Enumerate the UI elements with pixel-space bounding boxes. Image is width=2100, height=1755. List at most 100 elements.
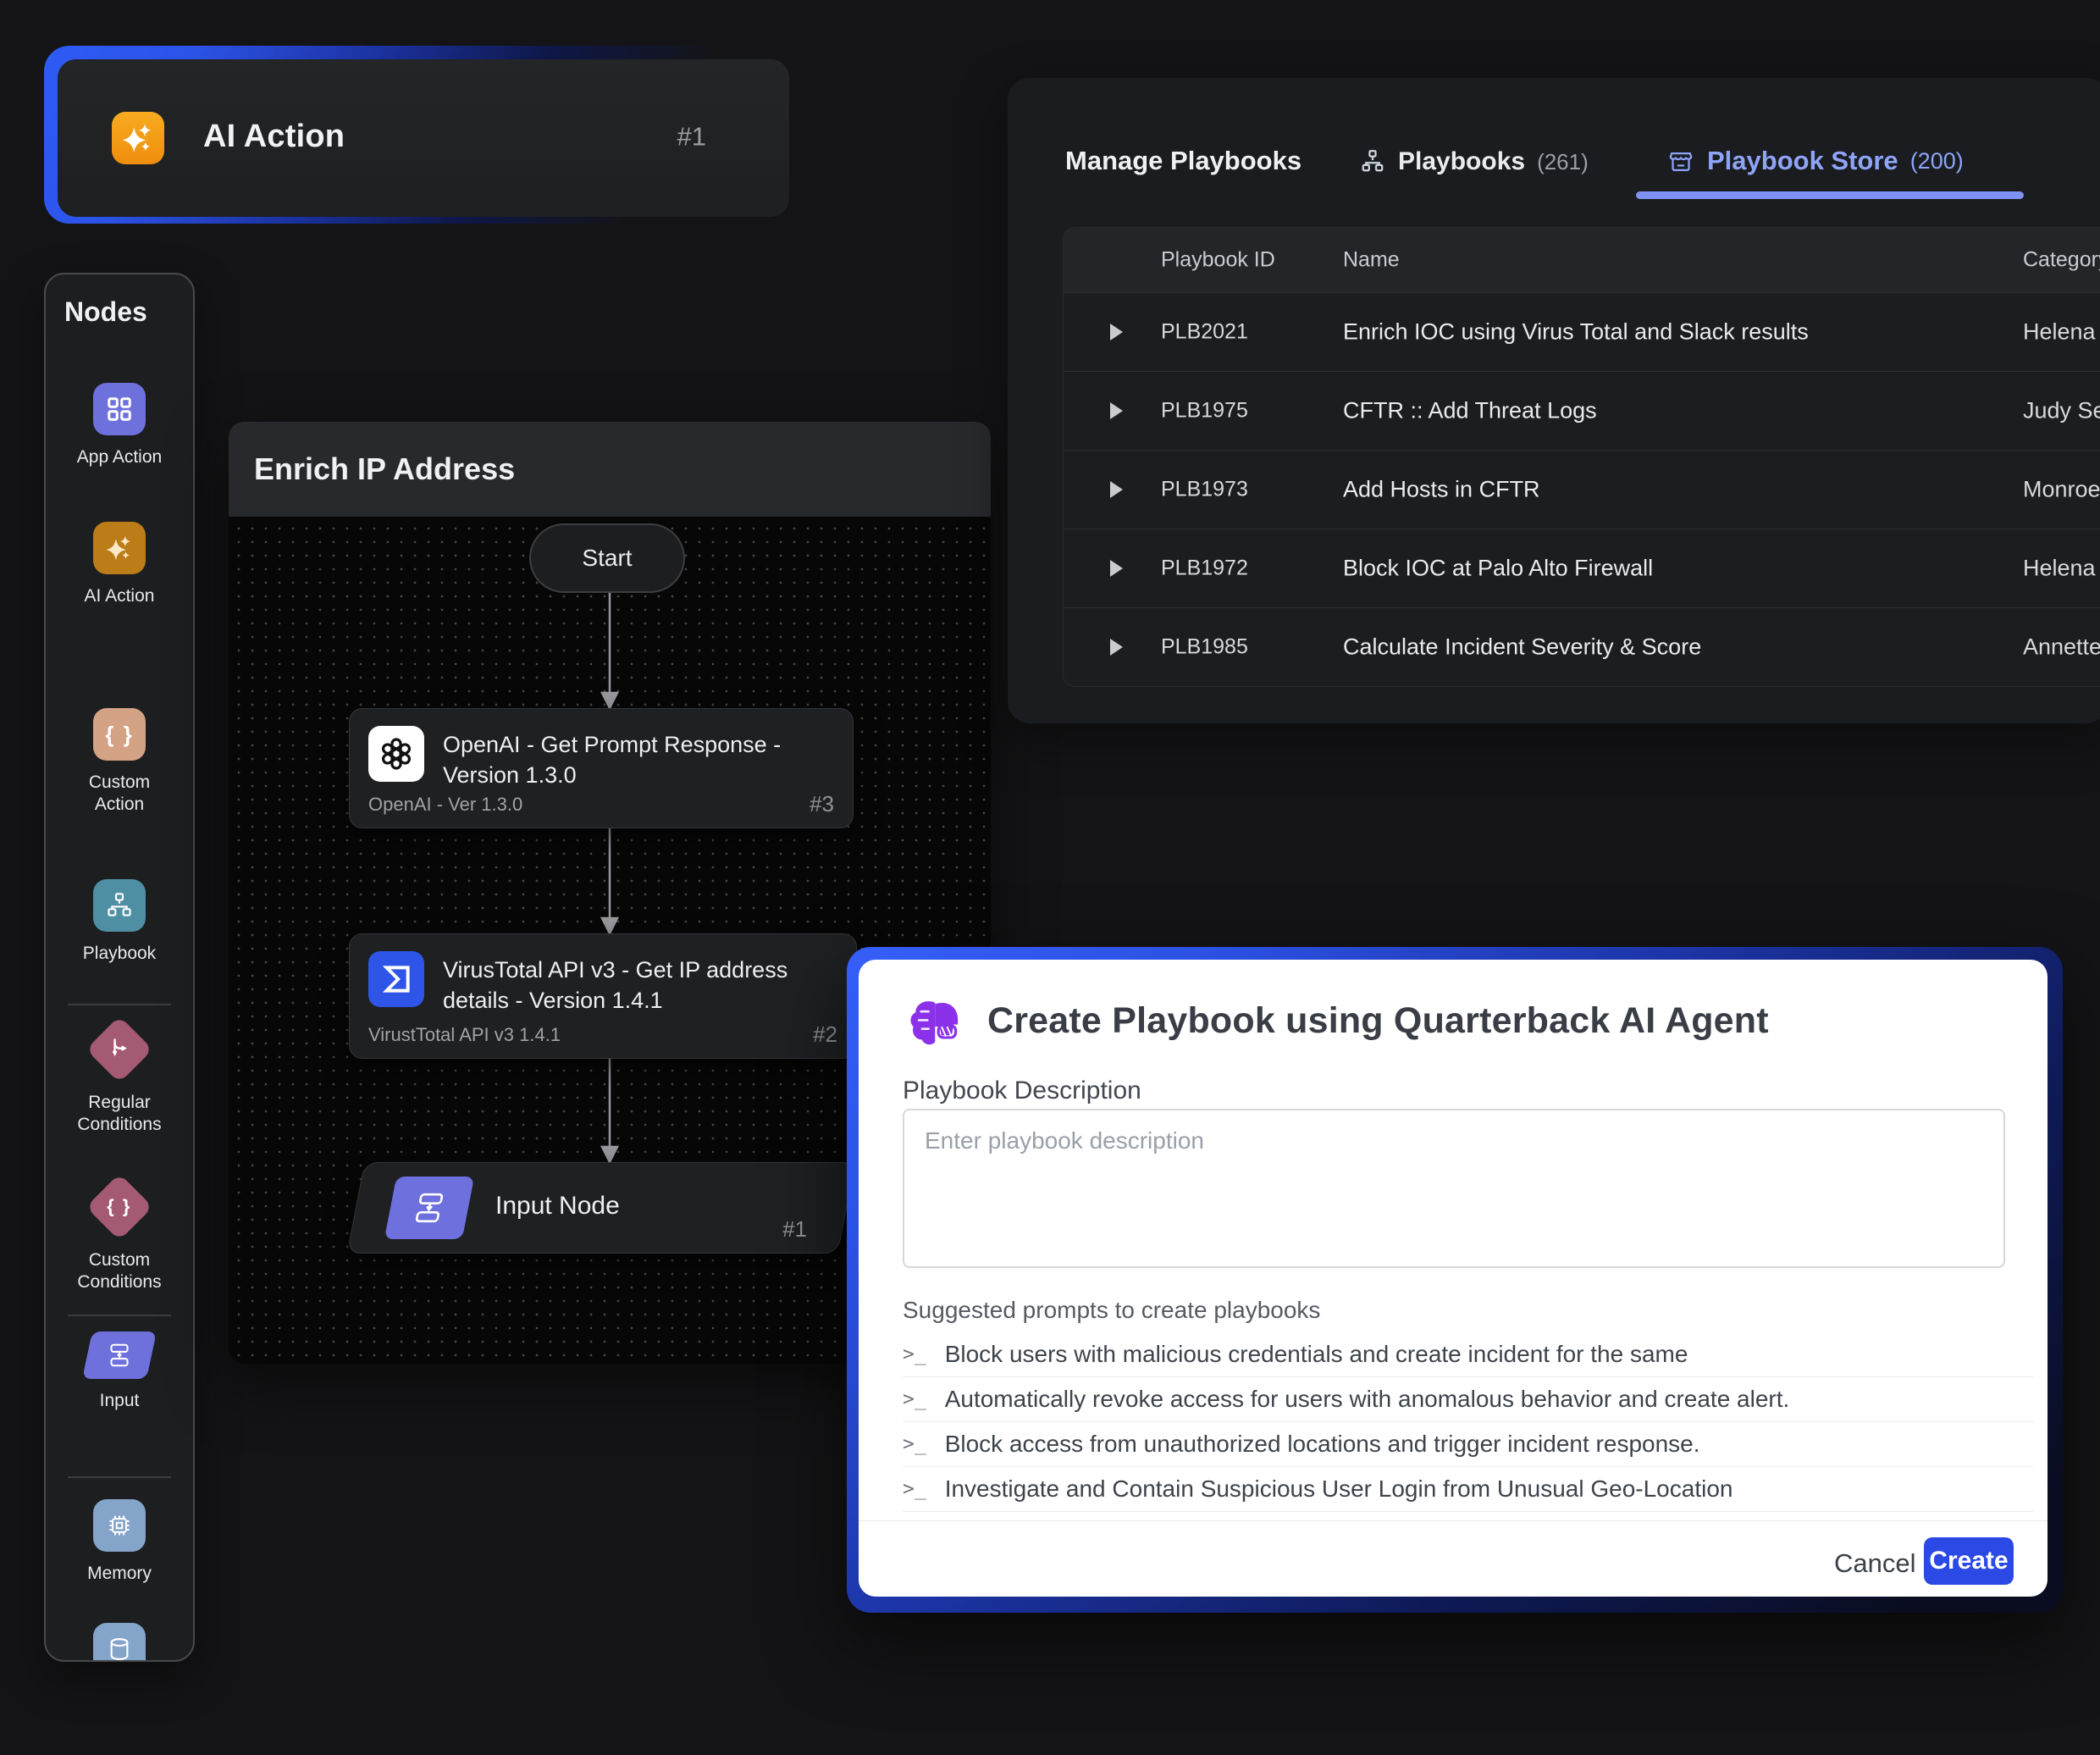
table-row[interactable]: PLB2021 Enrich IOC using Virus Total and…: [1064, 292, 2100, 371]
cell-category: Monroe: [2023, 477, 2100, 503]
suggested-prompts-label: Suggested prompts to create playbooks: [903, 1297, 1320, 1324]
cell-name: Calculate Incident Severity & Score: [1343, 634, 1701, 661]
sidebar-divider: [68, 1476, 171, 1478]
sidebar-item-label: Input: [100, 1390, 140, 1412]
prompt-text: Investigate and Contain Suspicious User …: [945, 1475, 1733, 1503]
playbook-store-table: Playbook ID Name Category PLB2021 Enrich…: [1063, 227, 2100, 687]
terminal-icon: >_: [903, 1343, 926, 1365]
column-header-name: Name: [1343, 248, 1400, 273]
cancel-button[interactable]: Cancel: [1829, 1547, 1921, 1580]
openai-node-number: #3: [810, 791, 834, 817]
cell-category: Annette: [2023, 634, 2100, 661]
sidebar-item-label: Memory: [87, 1563, 152, 1585]
prompt-item[interactable]: >_ Investigate and Contain Suspicious Us…: [903, 1467, 2034, 1512]
chip-icon: [93, 1499, 146, 1552]
modal-footer-divider: [859, 1520, 2048, 1521]
sidebar-item-regular-conditions[interactable]: Regular Conditions: [46, 1018, 193, 1137]
tab-playbooks[interactable]: Playbooks (261): [1359, 147, 1589, 176]
cell-category: Helena: [2023, 319, 2096, 346]
cell-playbook-id: PLB1985: [1161, 635, 1248, 660]
column-header-category: Category: [2023, 248, 2100, 273]
tab-playbook-store[interactable]: Playbook Store (200): [1666, 146, 1964, 176]
cell-category: Helena: [2023, 556, 2096, 582]
active-tab-underline: [1636, 191, 2024, 199]
virustotal-node-subtitle: VirustTotal API v3 1.4.1: [368, 1024, 561, 1046]
input-icon: [82, 1331, 157, 1379]
input-node-title: Input Node: [495, 1192, 620, 1221]
openai-node-subtitle: OpenAI - Ver 1.3.0: [368, 794, 522, 816]
sparkles-icon: [112, 112, 164, 164]
virustotal-node-number: #2: [813, 1021, 837, 1048]
prompt-text: Automatically revoke access for users wi…: [945, 1386, 1790, 1413]
create-playbook-modal: Create Playbook using Quarterback AI Age…: [847, 947, 2063, 1613]
braces-icon: { }: [86, 1173, 152, 1240]
prompt-item[interactable]: >_ Block access from unauthorized locati…: [903, 1422, 2034, 1467]
nodes-sidebar: Nodes App Action AI Action: [44, 273, 195, 1662]
playbook-description-input[interactable]: [903, 1109, 2005, 1268]
sidebar-item-memory[interactable]: Memory: [46, 1499, 193, 1585]
start-node-label: Start: [582, 545, 632, 572]
terminal-icon: >_: [903, 1478, 926, 1500]
expand-arrow-icon[interactable]: [1110, 402, 1123, 419]
tab-count: (200): [1910, 148, 1964, 174]
sidebar-item-custom-action[interactable]: { } Custom Action: [46, 708, 193, 817]
create-button[interactable]: Create: [1924, 1537, 2014, 1585]
cell-playbook-id: PLB1973: [1161, 478, 1248, 502]
sidebar-divider: [68, 1004, 171, 1005]
cell-name: Add Hosts in CFTR: [1343, 477, 1540, 503]
ai-action-number-badge: #1: [677, 122, 706, 152]
flow-header: Enrich IP Address: [229, 422, 991, 517]
tab-label: Playbook Store: [1707, 146, 1898, 176]
sidebar-item-playbook[interactable]: Playbook: [46, 879, 193, 965]
cell-playbook-id: PLB1972: [1161, 556, 1248, 581]
input-node[interactable]: Input Node #1: [347, 1162, 856, 1254]
table-row[interactable]: PLB1975 CFTR :: Add Threat Logs Judy Se: [1064, 371, 2100, 450]
virustotal-node[interactable]: VirusTotal API v3 - Get IP address detai…: [349, 933, 857, 1059]
database-icon: [93, 1623, 146, 1662]
sidebar-item-label: Regular Conditions: [64, 1092, 174, 1137]
expand-arrow-icon[interactable]: [1110, 560, 1123, 577]
sidebar-item-ai-action[interactable]: AI Action: [46, 522, 193, 607]
sidebar-item-database[interactable]: Database: [46, 1623, 193, 1662]
manage-playbooks-title: Manage Playbooks: [1065, 146, 1301, 176]
input-icon: [384, 1176, 474, 1239]
cell-playbook-id: PLB1975: [1161, 399, 1248, 424]
manage-playbooks-panel: Manage Playbooks Playbooks (261) Playboo…: [1008, 78, 2100, 723]
table-row[interactable]: PLB1985 Calculate Incident Severity & Sc…: [1064, 607, 2100, 686]
sidebar-item-label: Custom Conditions: [64, 1249, 174, 1294]
ai-action-card[interactable]: AI Action #1: [44, 46, 796, 224]
openai-node[interactable]: OpenAI - Get Prompt Response - Version 1…: [349, 708, 854, 828]
table-row[interactable]: PLB1972 Block IOC at Palo Alto Firewall …: [1064, 529, 2100, 607]
sidebar-item-custom-conditions[interactable]: { } Custom Conditions: [46, 1176, 193, 1294]
cell-name: Block IOC at Palo Alto Firewall: [1343, 556, 1653, 582]
expand-arrow-icon[interactable]: [1110, 481, 1123, 498]
braces-glyph: { }: [105, 722, 133, 748]
sidebar-item-label: AI Action: [85, 585, 155, 607]
prompt-item[interactable]: >_ Block users with malicious credential…: [903, 1332, 2034, 1377]
table-header: Playbook ID Name Category: [1064, 228, 2100, 292]
table-row[interactable]: PLB1973 Add Hosts in CFTR Monroe: [1064, 450, 2100, 529]
prompt-text: Block users with malicious credentials a…: [945, 1341, 1688, 1368]
sidebar-item-input[interactable]: Input: [46, 1331, 193, 1412]
terminal-icon: >_: [903, 1388, 926, 1410]
input-node-number: #1: [782, 1216, 807, 1243]
flow-title: Enrich IP Address: [254, 451, 515, 487]
sidebar-item-app-action[interactable]: App Action: [46, 383, 193, 468]
app-root: AI Action #1 Nodes App Action: [0, 0, 2100, 1755]
virustotal-node-title: VirusTotal API v3 - Get IP address detai…: [443, 955, 837, 1016]
ai-action-title: AI Action: [203, 119, 345, 155]
tab-count: (261): [1537, 149, 1589, 175]
cell-name: CFTR :: Add Threat Logs: [1343, 398, 1597, 424]
virustotal-icon: [368, 951, 424, 1007]
cell-playbook-id: PLB2021: [1161, 320, 1248, 345]
sidebar-divider: [68, 1315, 171, 1316]
expand-arrow-icon[interactable]: [1110, 324, 1123, 340]
column-header-playbook-id: Playbook ID: [1161, 248, 1275, 273]
expand-arrow-icon[interactable]: [1110, 639, 1123, 656]
start-node[interactable]: Start: [529, 523, 685, 593]
nodes-sidebar-title: Nodes: [64, 296, 147, 328]
openai-icon: [368, 726, 424, 782]
prompt-item[interactable]: >_ Automatically revoke access for users…: [903, 1377, 2034, 1422]
sidebar-item-label: App Action: [77, 446, 162, 468]
cell-name: Enrich IOC using Virus Total and Slack r…: [1343, 319, 1809, 346]
